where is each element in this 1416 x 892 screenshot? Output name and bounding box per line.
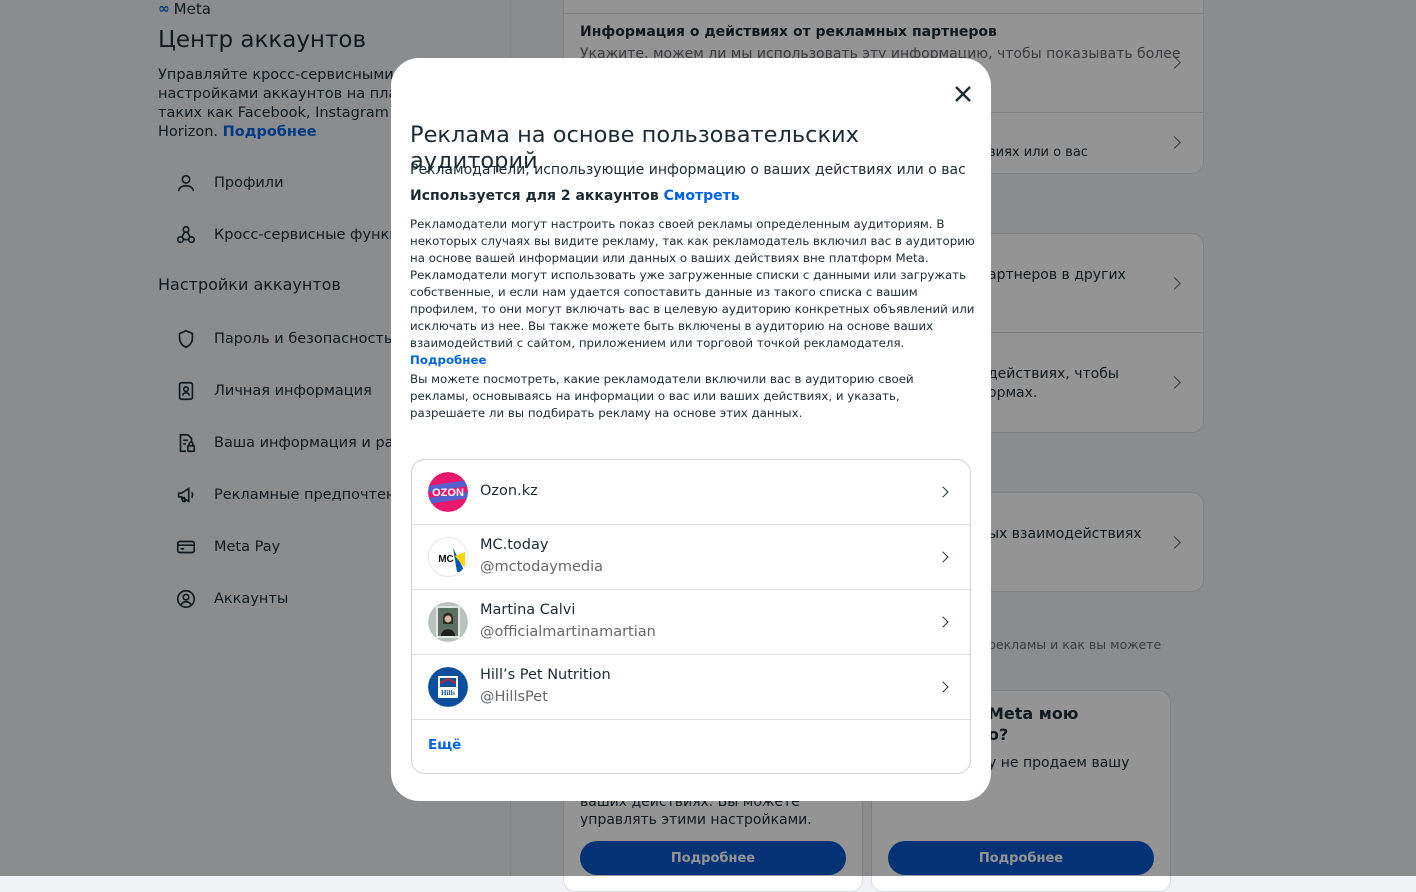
ozon-avatar: OZON xyxy=(428,472,468,512)
chevron-right-icon xyxy=(937,616,949,628)
advertiser-name: Hill’s Pet Nutrition xyxy=(480,667,611,683)
advertiser-handle: @HillsPet xyxy=(480,689,548,705)
chevron-right-icon xyxy=(937,681,949,693)
advertiser-row-ozon[interactable]: OZON Ozon.kz xyxy=(412,460,970,525)
used-for-accounts: Используется для 2 аккаунтов Смотреть xyxy=(410,188,740,204)
dialog-paragraph-1: Рекламодатели могут настроить показ свое… xyxy=(410,217,975,367)
advertiser-name: Ozon.kz xyxy=(480,483,538,499)
mctoday-avatar: MC xyxy=(428,537,468,577)
show-more-link[interactable]: Ещё xyxy=(428,737,461,753)
advertiser-row-martina-calvi[interactable]: Martina Calvi @officialmartinamartian xyxy=(412,590,970,655)
dialog-paragraph-2: Вы можете посмотреть, какие рекламодател… xyxy=(410,372,914,420)
close-icon xyxy=(955,86,971,102)
view-accounts-link[interactable]: Смотреть xyxy=(664,188,740,204)
advertiser-name: MC.today xyxy=(480,537,549,553)
hills-pet-avatar: Hills xyxy=(428,667,468,707)
ozon-logo-text: OZON xyxy=(432,487,464,499)
advertisers-list: OZON Ozon.kz MC MC.today @mctodaymedia M… xyxy=(411,459,971,774)
mctoday-logo-text: MC xyxy=(438,554,454,565)
advertiser-handle: @mctodaymedia xyxy=(480,559,603,575)
close-button[interactable] xyxy=(947,78,979,110)
custom-audiences-dialog: Реклама на основе пользовательских аудит… xyxy=(391,58,991,801)
chevron-right-icon xyxy=(937,551,949,563)
learn-more-link[interactable]: Подробнее xyxy=(410,353,486,367)
chevron-right-icon xyxy=(937,486,949,498)
advertiser-row-mctoday[interactable]: MC MC.today @mctodaymedia xyxy=(412,525,970,590)
martina-calvi-avatar xyxy=(428,602,468,642)
advertiser-name: Martina Calvi xyxy=(480,602,576,618)
hills-logo-text: Hills xyxy=(441,689,455,697)
advertiser-handle: @officialmartinamartian xyxy=(480,624,656,640)
dialog-subtitle: Рекламодатели, использующие информацию о… xyxy=(410,162,966,178)
advertiser-row-hills-pet[interactable]: Hills Hill’s Pet Nutrition @HillsPet xyxy=(412,655,970,720)
